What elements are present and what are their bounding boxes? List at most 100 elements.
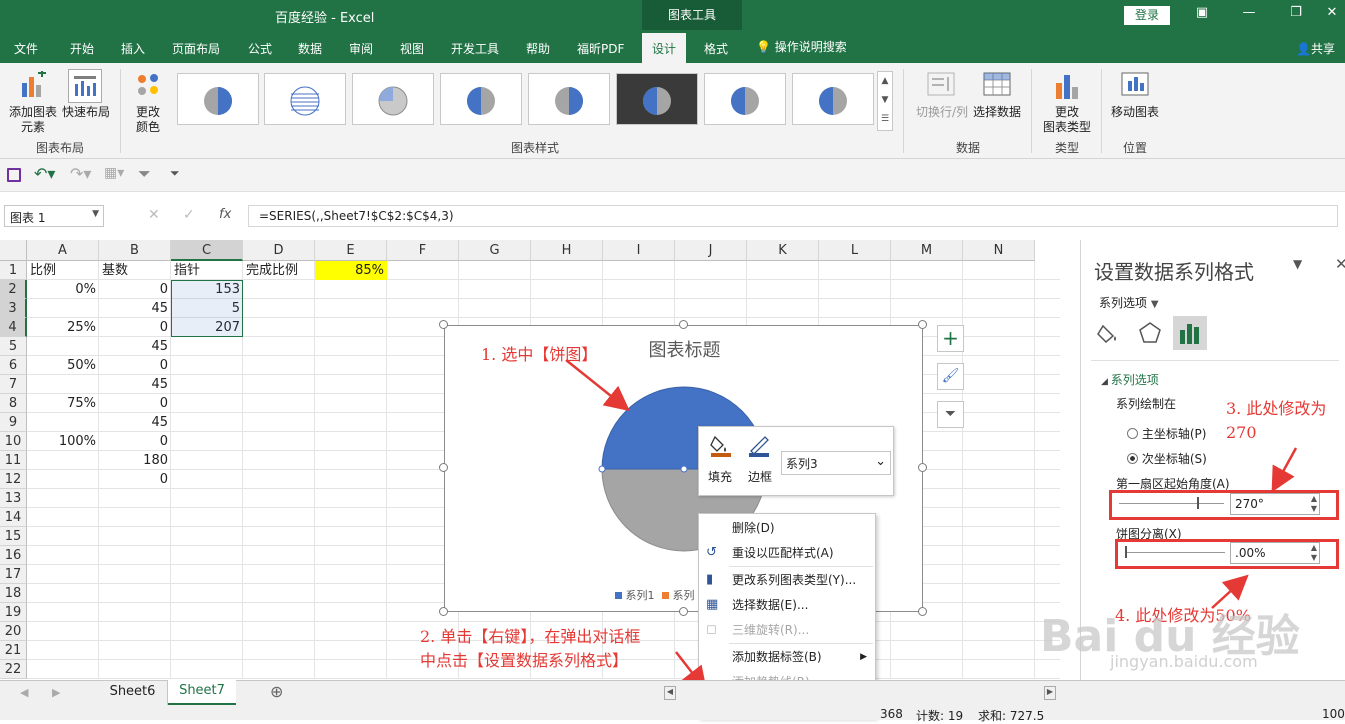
hscroll-right-icon[interactable]: ▶: [1044, 686, 1056, 700]
cell-b8[interactable]: 0: [99, 394, 171, 413]
filter-icon[interactable]: ⏷: [138, 164, 151, 184]
menu-item-5[interactable]: 添加数据标签(B) ▶: [699, 645, 875, 670]
row-header-16[interactable]: 16: [0, 546, 27, 565]
column-header-j[interactable]: J: [675, 240, 747, 261]
row-header-17[interactable]: 17: [0, 565, 27, 584]
pane-options-chevron-icon[interactable]: ▼: [1293, 257, 1302, 271]
chart-filter-icon[interactable]: ⏷: [937, 401, 964, 428]
tab-foxit-pdf[interactable]: 福昕PDF: [577, 40, 624, 57]
menu-item-2[interactable]: 更改系列图表类型(Y)... ▮: [699, 568, 875, 593]
cell-a4[interactable]: 25%: [27, 318, 99, 337]
tab-home[interactable]: 开始: [70, 40, 94, 57]
tab-view[interactable]: 视图: [400, 40, 424, 57]
quick-layout-icon[interactable]: [68, 69, 102, 103]
row-header-12[interactable]: 12: [0, 470, 27, 489]
insert-function-icon[interactable]: fx: [219, 207, 231, 222]
add-chart-element-icon[interactable]: [18, 71, 48, 101]
column-header-d[interactable]: D: [243, 240, 315, 261]
hscroll-left-icon[interactable]: ◀: [664, 686, 676, 700]
change-colors-button[interactable]: 更改 颜色: [124, 105, 172, 135]
row-header-11[interactable]: 11: [0, 451, 27, 470]
tab-page-layout[interactable]: 页面布局: [172, 40, 220, 57]
cell-b9[interactable]: 45: [99, 413, 171, 432]
row-header-13[interactable]: 13: [0, 489, 27, 508]
move-chart-button[interactable]: 移动图表: [1106, 105, 1164, 120]
resize-handle[interactable]: [439, 320, 448, 329]
undo-icon[interactable]: ↶▾: [34, 164, 55, 183]
column-header-k[interactable]: K: [747, 240, 819, 261]
chart-style-1[interactable]: [177, 73, 259, 125]
resize-handle[interactable]: [439, 607, 448, 616]
add-chart-element-button[interactable]: 添加图表 元素: [6, 105, 60, 135]
radio-secondary-axis[interactable]: 次坐标轴(S): [1127, 450, 1207, 467]
column-header-c[interactable]: C: [171, 240, 243, 261]
resize-handle[interactable]: [679, 607, 688, 616]
row-header-15[interactable]: 15: [0, 527, 27, 546]
row-header-22[interactable]: 22: [0, 660, 27, 679]
cell-b12[interactable]: 0: [99, 470, 171, 489]
name-box[interactable]: 图表 1 ▼: [4, 205, 104, 227]
select-data-button[interactable]: 选择数据: [970, 105, 1024, 120]
cell-b6[interactable]: 0: [99, 356, 171, 375]
minimize-icon[interactable]: —: [1242, 6, 1256, 20]
column-header-l[interactable]: L: [819, 240, 891, 261]
cell-b7[interactable]: 45: [99, 375, 171, 394]
resize-handle[interactable]: [918, 320, 927, 329]
move-chart-icon[interactable]: [1120, 71, 1150, 99]
row-header-10[interactable]: 10: [0, 432, 27, 451]
series-options-tab-icon[interactable]: [1173, 316, 1207, 350]
chart-legend[interactable]: 系列1 系列: [615, 587, 695, 603]
menu-item-3[interactable]: 选择数据(E)... ▦: [699, 593, 875, 618]
select-data-icon[interactable]: [982, 71, 1012, 99]
menu-item-4[interactable]: 三维旋转(R)... ◻: [699, 618, 875, 643]
chart-style-7[interactable]: [704, 73, 786, 125]
tab-design[interactable]: 设计: [642, 33, 687, 63]
zoom-level[interactable]: 100: [1322, 707, 1345, 721]
share-button[interactable]: 👤共享: [1296, 40, 1335, 57]
section-series-options[interactable]: ◢ 系列选项: [1101, 371, 1159, 388]
row-header-6[interactable]: 6: [0, 356, 27, 375]
fill-bucket-icon[interactable]: [709, 433, 735, 457]
close-icon[interactable]: ✕: [1325, 6, 1339, 20]
menu-item-1[interactable]: 重设以匹配样式(A) ↺: [699, 541, 875, 566]
cell-a10[interactable]: 100%: [27, 432, 99, 451]
column-header-a[interactable]: A: [27, 240, 99, 261]
row-header-9[interactable]: 9: [0, 413, 27, 432]
row-header-1[interactable]: 1: [0, 261, 27, 280]
resize-handle[interactable]: [439, 463, 448, 472]
resize-handle[interactable]: [918, 463, 927, 472]
format-painter-icon[interactable]: ▦▾: [104, 165, 124, 181]
cell-a8[interactable]: 75%: [27, 394, 99, 413]
formula-input[interactable]: =SERIES(,,Sheet7!$C$2:$C$4,3): [248, 205, 1338, 227]
menu-item-0[interactable]: 删除(D): [699, 516, 875, 541]
column-header-i[interactable]: I: [603, 240, 675, 261]
row-header-20[interactable]: 20: [0, 622, 27, 641]
tab-formulas[interactable]: 公式: [248, 40, 272, 57]
effects-tab-icon[interactable]: [1137, 320, 1163, 346]
tab-help[interactable]: 帮助: [526, 40, 550, 57]
cell-e1[interactable]: 85%: [315, 261, 387, 280]
sheet-scroll-left-icon[interactable]: ◀: [20, 686, 28, 699]
change-chart-type-icon[interactable]: [1053, 71, 1081, 101]
row-header-5[interactable]: 5: [0, 337, 27, 356]
series-select[interactable]: 系列3 ⌄: [781, 451, 891, 475]
chart-style-3[interactable]: [352, 73, 434, 125]
chart-style-2[interactable]: [264, 73, 346, 125]
sheet-tab-sheet6[interactable]: Sheet6: [98, 681, 168, 705]
cell-b1[interactable]: 基数: [99, 261, 171, 280]
row-header-2[interactable]: 2: [0, 280, 27, 299]
chart-styles-brush-icon[interactable]: 🖌: [937, 363, 964, 390]
radio-primary-axis[interactable]: 主坐标轴(P): [1127, 425, 1206, 442]
quick-layout-button[interactable]: 快速布局: [60, 105, 112, 120]
save-icon[interactable]: [7, 168, 21, 182]
tab-format[interactable]: 格式: [704, 40, 728, 57]
tell-me-search[interactable]: 💡 操作说明搜索: [756, 38, 847, 55]
palette-icon[interactable]: [134, 71, 164, 101]
cell-b10[interactable]: 0: [99, 432, 171, 451]
tab-file[interactable]: 文件: [14, 40, 38, 57]
resize-handle[interactable]: [918, 607, 927, 616]
fill-line-tab-icon[interactable]: [1097, 320, 1123, 346]
tab-developer[interactable]: 开发工具: [451, 40, 499, 57]
chart-style-5[interactable]: [528, 73, 610, 125]
cell-a2[interactable]: 0%: [27, 280, 99, 299]
